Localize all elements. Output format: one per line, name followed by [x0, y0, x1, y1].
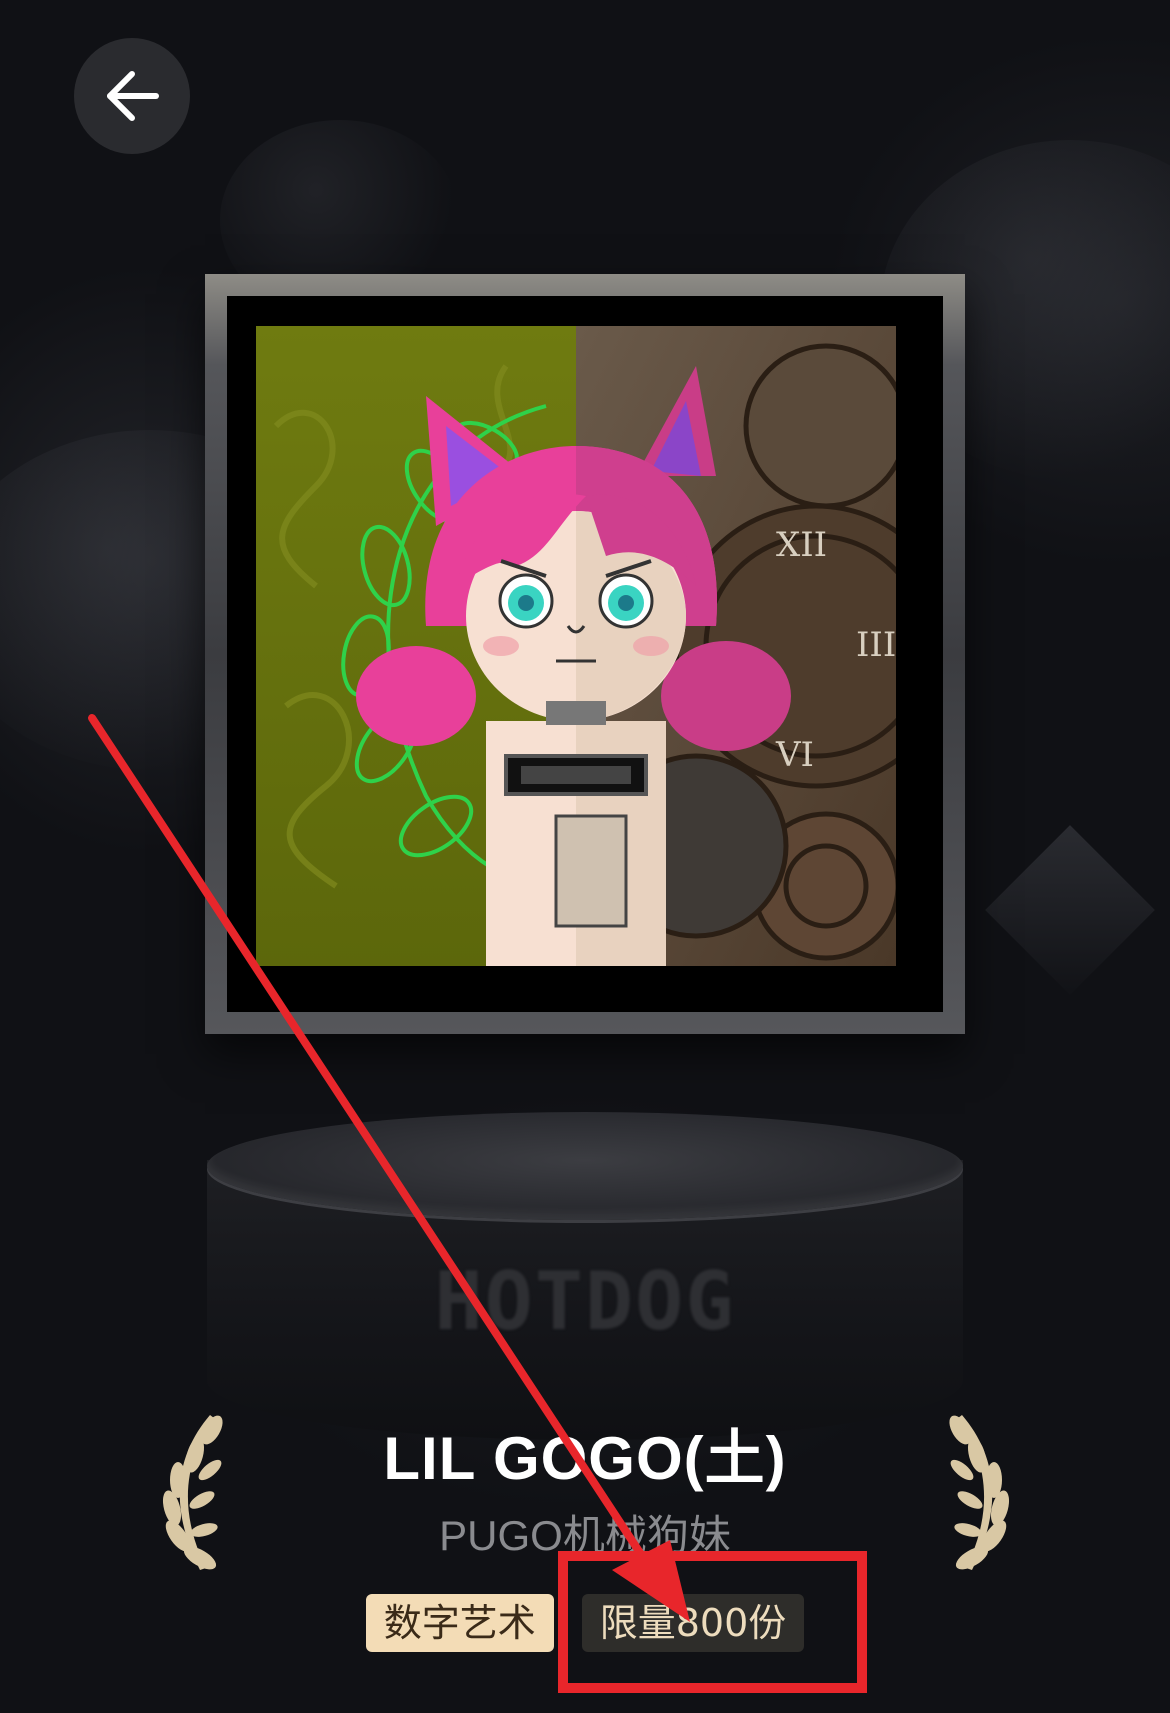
svg-text:XII: XII — [776, 525, 827, 565]
artwork-image[interactable]: XII III VI — [256, 326, 896, 966]
edition-limit-tag: 限量800份 — [581, 1594, 805, 1652]
category-tag: 数字艺术 — [365, 1594, 554, 1652]
artwork-frame: XII III VI — [205, 274, 965, 1034]
product-subtitle: PUGO机械狗妹 — [439, 1512, 731, 1559]
arrow-left-icon — [107, 71, 159, 121]
background-diamond — [985, 825, 1155, 995]
svg-text:III: III — [856, 625, 896, 665]
svg-text:VI: VI — [775, 735, 814, 775]
product-title: LIL GOGO(土) — [383, 1425, 787, 1492]
pedestal-top — [207, 1112, 963, 1220]
artwork-mat: XII III VI — [227, 296, 943, 1012]
nft-detail-page: XII III VI HOTDOG LIL GOGO(土) PUGO机械狗妹 数… — [0, 0, 1170, 1713]
pedestal-brand-logo: HOTDOG — [434, 1255, 736, 1348]
back-button[interactable] — [74, 38, 190, 154]
product-tags: 数字艺术 限量800份 — [0, 1594, 1170, 1652]
